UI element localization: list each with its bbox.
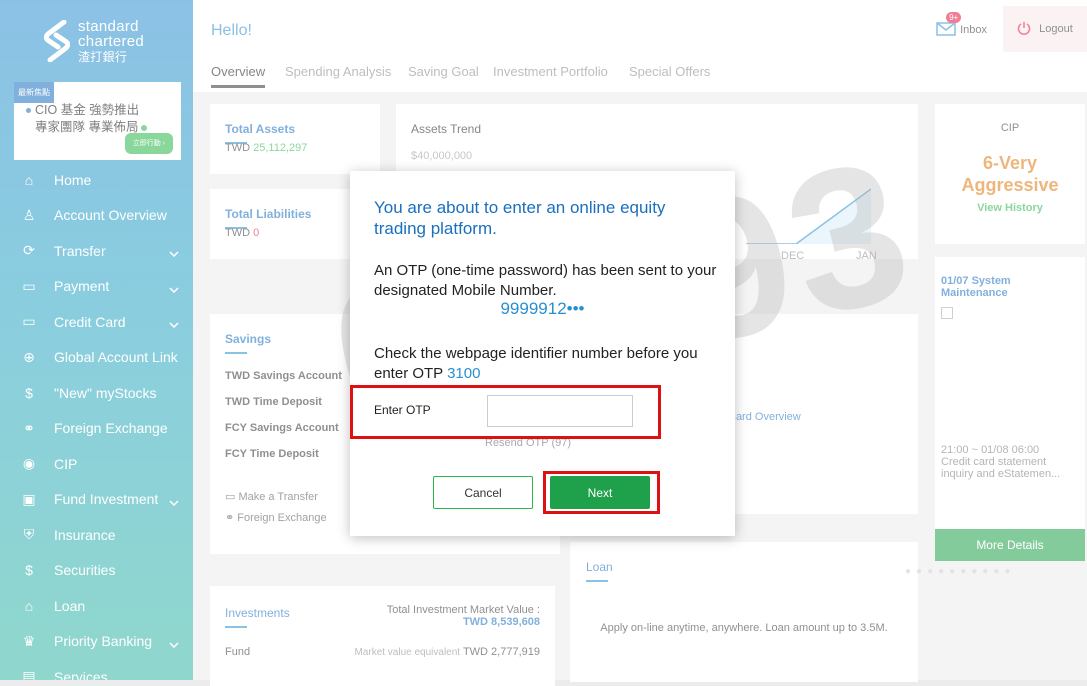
cancel-button[interactable]: Cancel [433, 476, 533, 509]
otp-highlight-box [350, 385, 661, 439]
next-highlight-box [543, 471, 660, 514]
modal-body: An OTP (one-time password) has been sent… [374, 262, 717, 299]
mobile-number: 9999912••• [500, 299, 585, 318]
check-text: Check the webpage identifier number befo… [374, 345, 698, 382]
identifier-code: 3100 [447, 365, 481, 382]
modal-title: You are about to enter an online equity … [374, 198, 666, 238]
identifier-check: Check the webpage identifier number befo… [374, 344, 719, 384]
